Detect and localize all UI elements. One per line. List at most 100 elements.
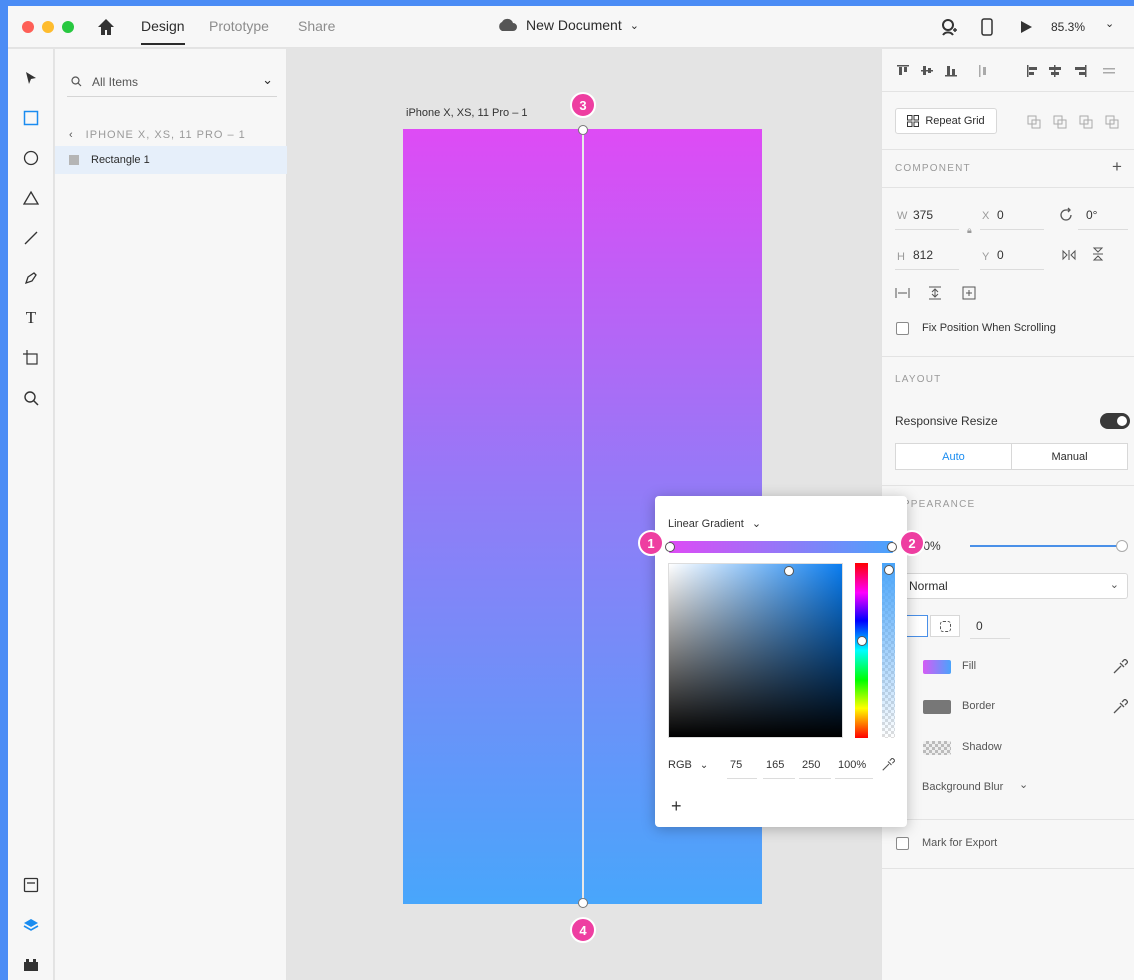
shadow-swatch[interactable] [923,741,951,755]
gradient-direction-line[interactable] [582,130,584,903]
gradient-type-select[interactable]: Linear Gradient ⌄ [668,517,761,531]
layers-panel-button[interactable] [20,914,42,936]
red-value-field[interactable]: 75 [730,759,742,771]
opacity-slider-knob[interactable] [1116,540,1128,552]
add-component-icon[interactable]: + [1112,157,1122,177]
gradient-start-handle[interactable] [578,125,588,135]
play-icon[interactable] [1019,20,1033,34]
height-field[interactable]: 812 [913,248,933,262]
eyedropper-icon[interactable] [1112,659,1128,675]
responsive-resize-label: Responsive Resize [895,414,998,428]
artboard-title[interactable]: iPhone X, XS, 11 Pro – 1 [406,107,527,119]
layer-item-rectangle[interactable]: Rectangle 1 [55,146,287,174]
tab-design[interactable]: Design [141,18,185,45]
rotation-field[interactable]: 0° [1086,208,1097,222]
green-value-field[interactable]: 165 [766,759,784,771]
responsive-resize-icons[interactable] [895,286,985,300]
auto-option[interactable]: Auto [896,444,1012,469]
polygon-tool[interactable] [20,187,42,209]
rotation-underline [1078,229,1128,230]
fix-position-checkbox[interactable] [896,322,909,335]
fill-label: Fill [962,660,977,672]
callout-badge-3: 3 [570,92,596,118]
gradient-stop-1[interactable] [665,542,675,552]
repeat-grid-icon [907,115,920,127]
home-icon[interactable] [96,17,116,37]
minimize-window-button[interactable] [42,21,54,33]
mark-for-export-checkbox[interactable] [896,837,909,850]
callout-badge-2: 2 [899,530,925,556]
pen-tool[interactable] [20,267,42,289]
layer-label: Rectangle 1 [91,154,150,166]
boolean-ops-icons[interactable] [1027,115,1127,129]
align-tools[interactable] [895,64,1127,78]
eyedropper-icon[interactable] [881,758,895,772]
gradient-bar[interactable] [669,541,893,553]
zoom-chevron-icon[interactable]: ⌄ [1105,17,1114,30]
alpha-value-field[interactable]: 100% [838,759,866,771]
lock-aspect-icon[interactable]: 🔒︎ [967,225,972,236]
artboard-tool[interactable] [20,347,42,369]
app-window: Design Prototype Share New Document ⌄ 85… [8,6,1134,980]
hue-slider-handle[interactable] [857,636,867,646]
triangle-icon [23,190,39,205]
alpha-slider-handle[interactable] [884,565,894,575]
flip-vertical-icon[interactable] [1092,247,1104,261]
select-tool[interactable] [20,67,42,89]
device-preview-icon[interactable] [981,18,993,36]
add-gradient-stop-button[interactable]: + [671,796,682,817]
divider [882,819,1134,820]
fill-swatch[interactable] [923,660,951,674]
alpha-slider[interactable] [882,563,895,738]
plugins-icon [24,959,38,971]
border-swatch[interactable] [923,700,951,714]
color-mode-label: RGB [668,759,692,771]
opacity-slider[interactable] [970,545,1122,547]
fix-position-label: Fix Position When Scrolling [922,322,1056,334]
line-icon [24,231,38,245]
breadcrumb[interactable]: ‹ IPHONE X, XS, 11 PRO – 1 [69,129,246,141]
corner-radius-all-button[interactable] [904,615,928,637]
pen-icon [24,272,37,285]
blend-mode-select[interactable]: Normal ⌄ [904,573,1128,599]
ellipse-tool[interactable] [20,147,42,169]
corner-radius-per-corner-button[interactable] [930,615,960,637]
layers-search[interactable]: All Items ⌄ [67,67,277,97]
close-window-button[interactable] [22,21,34,33]
responsive-resize-toggle[interactable] [1100,413,1130,429]
tab-prototype[interactable]: Prototype [209,18,269,34]
color-mode-select[interactable]: RGB ⌄ [668,759,708,771]
zoom-tool[interactable] [20,387,42,409]
maximize-window-button[interactable] [62,21,74,33]
repeat-grid-button[interactable]: Repeat Grid [895,108,997,134]
chevron-down-icon[interactable]: ⌄ [1019,778,1028,791]
height-underline [895,269,959,270]
user-profile-icon[interactable] [940,18,958,36]
line-tool[interactable] [20,227,42,249]
saturation-brightness-field[interactable] [668,563,843,738]
manual-option[interactable]: Manual [1012,444,1127,469]
blue-value-field[interactable]: 250 [802,759,820,771]
background-blur-label[interactable]: Background Blur [922,781,1003,793]
y-field[interactable]: 0 [997,248,1004,262]
document-title-menu[interactable]: New Document ⌄ [496,17,639,33]
eyedropper-icon[interactable] [1112,699,1128,715]
gradient-stop-2[interactable] [887,542,897,552]
color-selector-handle[interactable] [784,566,794,576]
width-field[interactable]: 375 [913,208,933,222]
corner-radius-field[interactable]: 0 [976,619,983,633]
chevron-down-icon[interactable]: ⌄ [262,72,273,88]
flip-horizontal-icon[interactable] [1062,249,1076,261]
layout-header: LAYOUT [895,374,942,385]
text-tool-icon[interactable]: T [20,307,42,329]
zoom-level[interactable]: 85.3% [1051,20,1085,34]
tab-share[interactable]: Share [298,18,335,34]
hue-slider[interactable] [855,563,868,738]
rectangle-tool[interactable] [20,107,42,129]
layers-icon [23,919,39,931]
x-field[interactable]: 0 [997,208,1004,222]
assets-panel-button[interactable] [20,874,42,896]
layers-panel: All Items ⌄ ‹ IPHONE X, XS, 11 PRO – 1 R… [55,49,287,980]
gradient-end-handle[interactable] [578,898,588,908]
plugins-panel-button[interactable] [20,954,42,976]
